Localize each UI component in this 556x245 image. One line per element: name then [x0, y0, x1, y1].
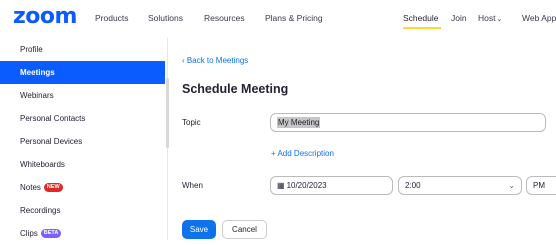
ampm-select[interactable]: PM [526, 176, 556, 195]
time-value: 2:00 [405, 181, 421, 190]
sidebar-item-recordings[interactable]: Recordings [0, 199, 165, 222]
nav-join[interactable]: Join [451, 13, 467, 23]
add-description-link[interactable]: + Add Description [271, 149, 334, 158]
back-to-meetings-link[interactable]: ‹ Back to Meetings [182, 56, 248, 65]
top-navigation: zoom Products Solutions Resources Plans … [0, 0, 556, 38]
sidebar-item-label: Notes [20, 183, 41, 192]
sidebar-item-label: Clips [20, 229, 38, 238]
when-label: When [182, 181, 203, 190]
sidebar-item-personal-devices[interactable]: Personal Devices [0, 130, 165, 153]
active-nav-underline [403, 27, 441, 29]
nav-solutions[interactable]: Solutions [148, 13, 183, 23]
nav-host[interactable]: Host⌄ [478, 13, 502, 23]
time-select[interactable]: 2:00 ⌄ [398, 176, 522, 195]
nav-resources[interactable]: Resources [204, 13, 245, 23]
nav-host-label: Host [478, 13, 496, 23]
chevron-down-icon: ⌄ [496, 16, 503, 23]
topic-input-value: My Meeting [277, 117, 321, 128]
nav-products[interactable]: Products [95, 13, 129, 23]
calendar-icon: ▦ [277, 181, 285, 190]
topic-input[interactable]: My Meeting [270, 113, 546, 132]
topic-label: Topic [182, 118, 201, 127]
nav-web-app[interactable]: Web App [522, 13, 556, 23]
save-button[interactable]: Save [182, 220, 216, 239]
cancel-button[interactable]: Cancel [222, 220, 267, 239]
ampm-value: PM [533, 181, 545, 190]
sidebar-item-meetings[interactable]: Meetings [0, 61, 165, 84]
date-value: 10/20/2023 [286, 181, 327, 190]
sidebar-scrollbar[interactable] [166, 78, 169, 148]
date-picker[interactable]: ▦ 10/20/2023 [270, 176, 393, 195]
page-title: Schedule Meeting [182, 82, 289, 96]
nav-schedule[interactable]: Schedule [403, 13, 438, 23]
chevron-left-icon: ‹ [182, 56, 185, 65]
beta-badge: BETA [40, 229, 62, 239]
sidebar-item-clips[interactable]: Clips BETA [0, 222, 165, 245]
sidebar-item-personal-contacts[interactable]: Personal Contacts [0, 107, 165, 130]
nav-plans-pricing[interactable]: Plans & Pricing [265, 13, 323, 23]
sidebar-item-notes[interactable]: Notes NEW [0, 176, 165, 199]
chevron-down-icon: ⌄ [508, 181, 515, 190]
sidebar-item-webinars[interactable]: Webinars [0, 84, 165, 107]
sidebar: Profile Meetings Webinars Personal Conta… [0, 38, 169, 240]
sidebar-item-profile[interactable]: Profile [0, 38, 165, 61]
back-link-label: Back to Meetings [186, 56, 249, 65]
sidebar-item-whiteboards[interactable]: Whiteboards [0, 153, 165, 176]
new-badge: NEW [43, 183, 63, 193]
zoom-logo[interactable]: zoom [13, 6, 77, 28]
